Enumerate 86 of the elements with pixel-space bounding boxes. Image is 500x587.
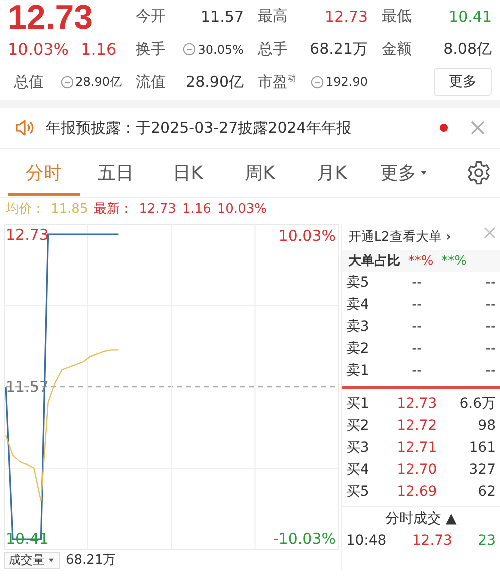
period-tab[interactable]: 日K bbox=[152, 150, 224, 196]
volume-value: 68.21万 bbox=[66, 552, 116, 569]
level-volume: -- bbox=[484, 363, 496, 379]
stat-value: 12.73 bbox=[325, 8, 368, 26]
l2-link[interactable]: 开通L2查看大单 › bbox=[348, 228, 452, 246]
close-icon[interactable] bbox=[483, 226, 497, 240]
stat-value: 192.90 bbox=[326, 75, 368, 89]
info-icon[interactable] bbox=[311, 76, 324, 88]
ratio-label: 大单占比 bbox=[348, 253, 400, 270]
percent-label: 10.03% bbox=[278, 227, 336, 245]
average-label: 均价： bbox=[6, 201, 45, 218]
more-button[interactable]: 更多 bbox=[434, 68, 492, 96]
stat-label: 总值 bbox=[14, 72, 44, 92]
level-price: 12.70 bbox=[396, 462, 438, 478]
period-tab[interactable]: 周K bbox=[224, 150, 296, 196]
level-price: -- bbox=[411, 275, 424, 291]
average-value: 11.85 bbox=[51, 202, 88, 216]
stat-value: 28.90亿 bbox=[186, 72, 244, 92]
stat-label: 最高 bbox=[258, 7, 288, 26]
level-label: 买4 bbox=[346, 461, 370, 479]
percent-label: -10.03% bbox=[273, 530, 336, 548]
stat-value: 10.41 bbox=[449, 8, 492, 26]
caret-icon bbox=[420, 170, 428, 176]
change-amount: 1.16 bbox=[81, 40, 117, 59]
level-price: -- bbox=[411, 297, 424, 313]
last-price: 12.73 bbox=[8, 0, 94, 33]
level-volume: -- bbox=[484, 319, 496, 335]
level-label: 卖4 bbox=[346, 296, 370, 314]
level-volume: 6.6万 bbox=[458, 395, 496, 413]
change-percent: 10.03% bbox=[8, 40, 70, 59]
level-volume: -- bbox=[484, 341, 496, 357]
stat-label: 换手 bbox=[136, 40, 166, 59]
level-label: 买2 bbox=[346, 417, 370, 435]
trade-volume: 23 bbox=[478, 533, 496, 549]
stat-value: 28.90亿 bbox=[76, 74, 122, 90]
stat-value: 8.08亿 bbox=[444, 40, 492, 59]
notice-text[interactable]: 年报预披露：于2025-03-27披露2024年年报 bbox=[46, 118, 430, 138]
level-label: 买5 bbox=[346, 483, 370, 501]
more-dropdown[interactable]: 更多 bbox=[368, 150, 440, 196]
level-volume: 161 bbox=[468, 440, 496, 456]
level-price: 12.71 bbox=[396, 440, 438, 456]
level-volume: 62 bbox=[477, 484, 496, 500]
latest-change: 1.16 bbox=[182, 202, 212, 216]
latest-percent: 10.03% bbox=[217, 202, 267, 216]
settings-icon[interactable] bbox=[466, 160, 492, 186]
level-label: 卖5 bbox=[346, 274, 370, 292]
level-label: 卖1 bbox=[346, 362, 370, 380]
y-axis-label: 12.73 bbox=[6, 226, 49, 244]
stat-value: 68.21万 bbox=[310, 40, 368, 59]
level-label: 卖2 bbox=[346, 340, 370, 358]
level-price: 12.69 bbox=[396, 484, 438, 500]
caret-icon bbox=[48, 558, 55, 562]
level-volume: -- bbox=[484, 297, 496, 313]
level-label: 买3 bbox=[346, 439, 370, 457]
speaker-icon bbox=[14, 117, 36, 139]
level-label: 买1 bbox=[346, 395, 370, 413]
trade-price: 12.73 bbox=[412, 533, 452, 549]
stat-value: 30.05% bbox=[198, 42, 244, 56]
volume-dropdown[interactable]: 成交量 bbox=[4, 552, 60, 568]
ratio-value: **% bbox=[442, 254, 468, 268]
info-icon[interactable] bbox=[183, 43, 196, 56]
info-icon[interactable] bbox=[60, 76, 74, 88]
stat-label: 总手 bbox=[258, 40, 288, 59]
level-volume: 98 bbox=[477, 418, 496, 434]
stat-label: 金额 bbox=[382, 40, 412, 59]
stat-label: 流值 bbox=[136, 72, 166, 92]
period-tab[interactable]: 月K bbox=[296, 150, 368, 196]
level-volume: -- bbox=[484, 275, 496, 291]
stat-label: 市盈$^{动}$ bbox=[258, 72, 296, 92]
latest-label: 最新： bbox=[94, 201, 134, 218]
level-price: 12.73 bbox=[396, 396, 438, 412]
stat-label: 最低 bbox=[382, 7, 412, 26]
period-tab[interactable]: 五日 bbox=[80, 150, 152, 196]
stat-value: 11.57 bbox=[201, 8, 244, 26]
level-price: -- bbox=[411, 341, 424, 357]
level-price: -- bbox=[411, 363, 424, 379]
trade-time: 10:48 bbox=[346, 533, 387, 549]
trades-toggle[interactable]: 分时成交 ▲ bbox=[380, 509, 463, 529]
ratio-value: **% bbox=[408, 254, 434, 268]
level-price: 12.72 bbox=[396, 418, 438, 434]
close-icon[interactable] bbox=[470, 120, 486, 136]
stat-label: 今开 bbox=[136, 7, 166, 26]
level-label: 卖3 bbox=[346, 318, 370, 336]
level-price: -- bbox=[411, 319, 424, 335]
level-volume: 327 bbox=[468, 462, 496, 478]
latest-price: 12.73 bbox=[139, 202, 176, 216]
